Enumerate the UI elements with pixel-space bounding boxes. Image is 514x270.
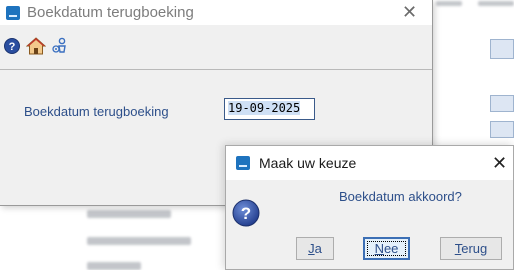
window-titlebar[interactable]: Boekdatum terugboeking ✕ — [0, 0, 432, 25]
no-button[interactable]: Nee — [363, 237, 410, 260]
background-field — [490, 121, 514, 138]
app-icon — [236, 156, 250, 170]
booking-date-label: Boekdatum terugboeking — [24, 104, 169, 119]
background-blurred-text — [87, 210, 171, 218]
booking-date-input[interactable]: 19-09-2025 — [224, 98, 315, 120]
svg-text:?: ? — [241, 204, 251, 223]
background-blurred-text — [87, 262, 141, 270]
help-icon[interactable]: ? — [3, 37, 23, 57]
yes-button-label: a — [314, 241, 322, 256]
question-icon: ? — [232, 199, 260, 227]
back-button-label: erug — [461, 241, 488, 256]
dialog-message: Boekdatum akkoord? — [339, 189, 462, 204]
home-icon[interactable] — [25, 37, 47, 57]
background-blurred-text — [87, 237, 191, 245]
background-blurred-text — [436, 1, 462, 6]
svg-text:?: ? — [9, 41, 16, 53]
confirm-dialog: Maak uw keuze ✕ Boekdatum akkoord? ? Ja … — [225, 145, 514, 270]
background-blurred-text — [478, 1, 514, 6]
dialog-close-icon[interactable]: ✕ — [492, 154, 507, 172]
back-button[interactable]: Terug — [440, 237, 502, 260]
dialog-title: Maak uw keuze — [259, 155, 357, 171]
focus-ring — [367, 241, 406, 256]
app-icon — [6, 6, 20, 20]
close-icon[interactable]: ✕ — [402, 3, 417, 21]
dialog-titlebar[interactable]: Maak uw keuze ✕ — [226, 146, 513, 180]
booking-date-value: 19-09-2025 — [228, 101, 301, 115]
settings-person-icon[interactable] — [51, 37, 71, 57]
window-title: Boekdatum terugboeking — [27, 4, 194, 21]
background-field — [490, 95, 514, 112]
yes-button[interactable]: Ja — [296, 237, 334, 260]
background-field — [490, 39, 514, 59]
screen: Boekdatum terugboeking ✕ ? Boekdatum ter… — [0, 0, 514, 270]
toolbar: ? — [0, 25, 432, 70]
